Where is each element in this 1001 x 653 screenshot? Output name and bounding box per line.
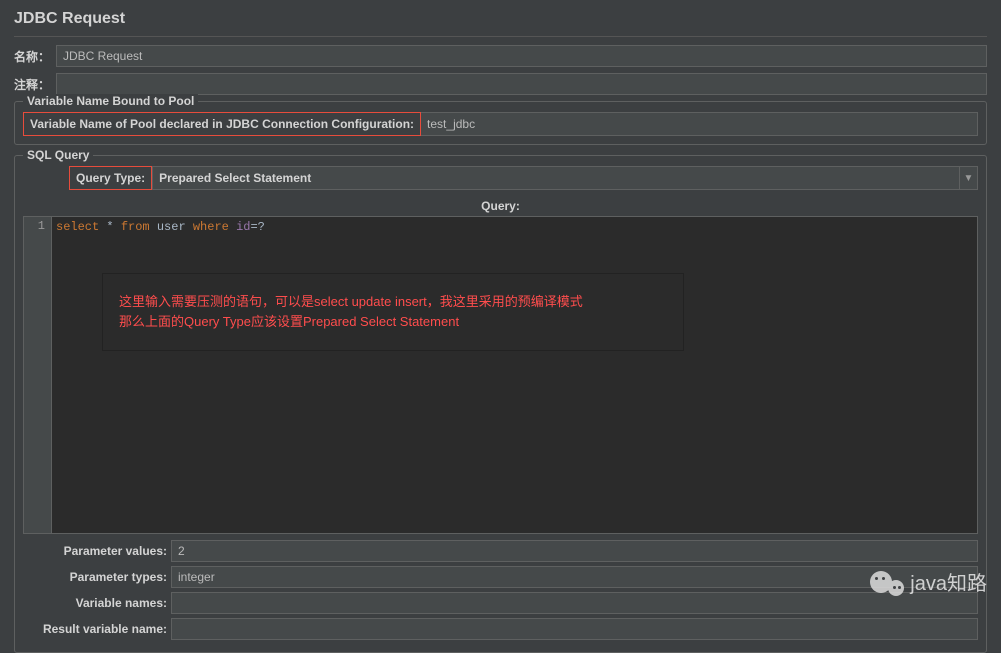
query-type-label: Query Type: bbox=[69, 166, 152, 190]
query-type-value: Prepared Select Statement bbox=[153, 167, 959, 189]
variable-names-input[interactable] bbox=[171, 592, 978, 614]
comment-row: 注释： bbox=[14, 73, 987, 95]
sql-token: =? bbox=[250, 220, 264, 234]
parameter-values-input[interactable] bbox=[171, 540, 978, 562]
jdbc-request-panel: JDBC Request 名称： 注释： Variable Name Bound… bbox=[0, 0, 1001, 653]
sql-fieldset: SQL Query Query Type: Prepared Select St… bbox=[14, 155, 987, 653]
annotation-line: 这里输入需要压测的语句，可以是select update insert，我这里采… bbox=[119, 292, 667, 312]
code-area[interactable]: select * from user where id=? 这里输入需要压测的语… bbox=[52, 217, 977, 533]
pool-fieldset: Variable Name Bound to Pool Variable Nam… bbox=[14, 101, 987, 145]
name-row: 名称： bbox=[14, 45, 987, 67]
pool-legend: Variable Name Bound to Pool bbox=[23, 94, 198, 108]
sql-token: * bbox=[106, 220, 113, 234]
line-gutter: 1 bbox=[24, 217, 52, 533]
divider bbox=[14, 36, 987, 37]
sql-keyword: where bbox=[193, 220, 229, 234]
parameter-types-input[interactable] bbox=[171, 566, 978, 588]
panel-title: JDBC Request bbox=[14, 10, 987, 28]
query-type-select[interactable]: Prepared Select Statement ▼ bbox=[152, 166, 978, 190]
result-variable-name-input[interactable] bbox=[171, 618, 978, 640]
comment-label: 注释： bbox=[14, 76, 56, 93]
sql-keyword: select bbox=[56, 220, 99, 234]
sql-legend: SQL Query bbox=[23, 148, 93, 162]
annotation-line: 那么上面的Query Type应该设置Prepared Select State… bbox=[119, 312, 667, 332]
line-number: 1 bbox=[24, 219, 45, 233]
pool-variable-input[interactable] bbox=[421, 112, 978, 136]
sql-token: user bbox=[157, 220, 186, 234]
pool-variable-label: Variable Name of Pool declared in JDBC C… bbox=[23, 112, 421, 136]
parameter-types-label: Parameter types: bbox=[23, 570, 171, 584]
parameter-values-label: Parameter values: bbox=[23, 544, 171, 558]
comment-input[interactable] bbox=[56, 73, 987, 95]
annotation-overlay: 这里输入需要压测的语句，可以是select update insert，我这里采… bbox=[102, 273, 684, 351]
name-input[interactable] bbox=[56, 45, 987, 67]
name-label: 名称： bbox=[14, 48, 56, 65]
query-editor[interactable]: 1 select * from user where id=? 这里输入需要压测… bbox=[23, 216, 978, 534]
variable-names-label: Variable names: bbox=[23, 596, 171, 610]
chevron-down-icon: ▼ bbox=[959, 167, 977, 189]
query-header: Query: bbox=[23, 196, 978, 216]
sql-column: id bbox=[236, 220, 250, 234]
param-grid: Parameter values: Parameter types: Varia… bbox=[23, 540, 978, 640]
sql-keyword: from bbox=[121, 220, 150, 234]
